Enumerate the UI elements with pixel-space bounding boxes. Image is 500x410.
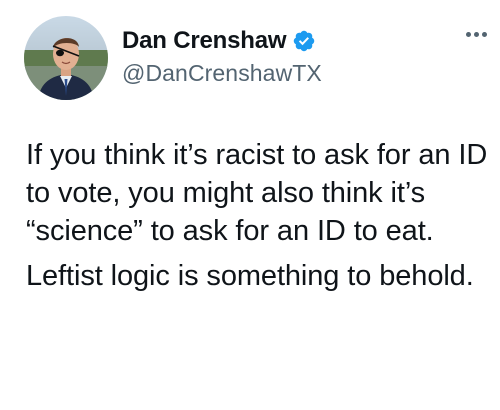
author-handle[interactable]: @DanCrenshawTX [122,60,322,87]
more-options-icon[interactable] [460,22,492,46]
verified-badge-icon [292,29,316,53]
author-name-row: Dan Crenshaw [122,26,316,56]
tweet-text: If you think it’s racist to ask for an I… [26,136,496,302]
author-display-name[interactable]: Dan Crenshaw [122,27,287,55]
tweet-card: Dan Crenshaw @DanCrenshawTX If you think… [0,0,500,410]
tweet-paragraph: If you think it’s racist to ask for an I… [26,139,488,247]
avatar[interactable] [24,16,108,100]
tweet-paragraph: Leftist logic is something to behold. [26,260,474,292]
